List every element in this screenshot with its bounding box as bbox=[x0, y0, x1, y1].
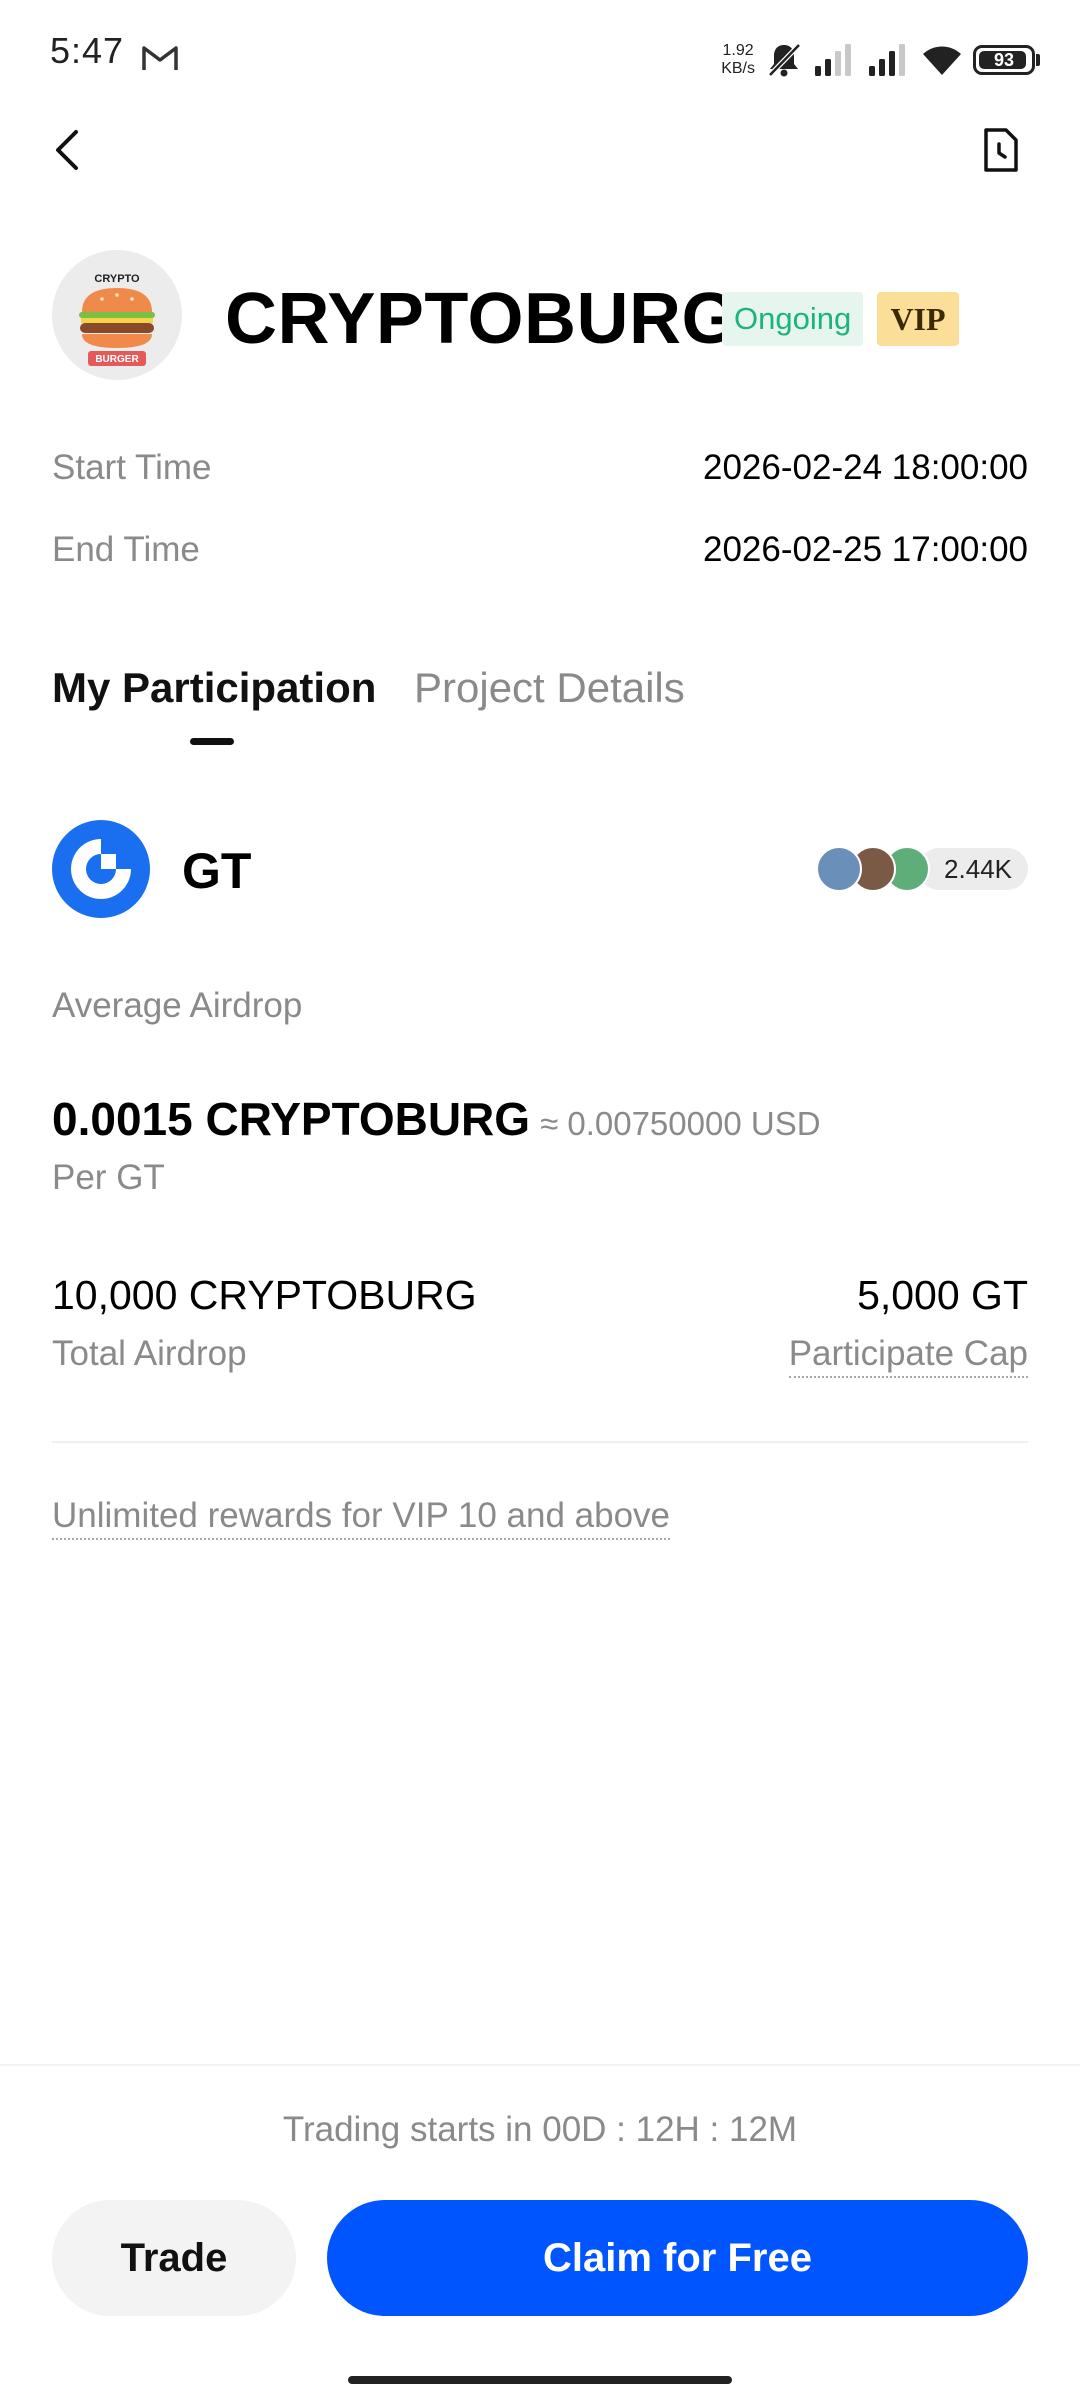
claim-button[interactable]: Claim for Free bbox=[327, 2200, 1028, 2316]
battery-tip bbox=[1036, 54, 1040, 66]
participate-cap-label[interactable]: Participate Cap bbox=[788, 1334, 1028, 1378]
participants-group[interactable]: 2.44K bbox=[816, 846, 1028, 892]
start-time-label: Start Time bbox=[52, 448, 212, 487]
participate-cap-value: 5,000 GT bbox=[857, 1272, 1028, 1318]
back-button[interactable] bbox=[40, 120, 100, 180]
start-time-value: 2026-02-24 18:00:00 bbox=[703, 448, 1028, 487]
footer-divider bbox=[0, 2064, 1080, 2066]
document-clock-icon bbox=[984, 128, 1018, 172]
history-button[interactable] bbox=[970, 120, 1030, 180]
end-time-value: 2026-02-25 17:00:00 bbox=[703, 530, 1028, 569]
vip-badge: VIP bbox=[877, 292, 959, 346]
battery-icon: 93 bbox=[973, 45, 1035, 75]
gmail-icon bbox=[142, 46, 178, 70]
average-airdrop-line: 0.0015 CRYPTOBURG ≈ 0.00750000 USD bbox=[52, 1092, 821, 1146]
total-airdrop-label: Total Airdrop bbox=[52, 1334, 247, 1373]
logo-text-top: CRYPTO bbox=[94, 273, 140, 285]
burger-logo-icon: CRYPTO BURGER bbox=[79, 273, 155, 366]
participants-count: 2.44K bbox=[918, 848, 1028, 890]
tab-my-participation[interactable]: My Participation bbox=[52, 664, 376, 712]
gt-token-icon bbox=[52, 820, 150, 918]
signal-icon bbox=[869, 44, 905, 76]
status-icons: 1.92 KB/s 93 bbox=[721, 30, 1040, 90]
logo-text-bottom: BURGER bbox=[95, 354, 139, 365]
token-symbol: GT bbox=[182, 843, 252, 899]
vip-rewards-note[interactable]: Unlimited rewards for VIP 10 and above bbox=[52, 1496, 671, 1540]
per-unit-label: Per GT bbox=[52, 1158, 165, 1197]
signal-icon bbox=[815, 44, 851, 76]
tab-indicator bbox=[190, 738, 234, 745]
home-indicator[interactable] bbox=[348, 2376, 732, 2384]
bell-muted-icon bbox=[768, 43, 801, 77]
status-badge: Ongoing bbox=[722, 292, 864, 346]
average-airdrop-amount: 0.0015 CRYPTOBURG bbox=[52, 1093, 531, 1145]
trade-button[interactable]: Trade bbox=[52, 2200, 296, 2316]
divider bbox=[52, 1441, 1028, 1443]
battery-indicator: 93 bbox=[973, 45, 1040, 75]
average-airdrop-usd: ≈ 0.00750000 USD bbox=[540, 1105, 821, 1142]
chevron-left-icon bbox=[56, 130, 78, 170]
avatar bbox=[816, 846, 863, 892]
tab-project-details[interactable]: Project Details bbox=[414, 664, 685, 712]
project-logo: CRYPTO BURGER bbox=[52, 250, 182, 380]
network-speed: 1.92 KB/s bbox=[721, 42, 755, 78]
total-airdrop-value: 10,000 CRYPTOBURG bbox=[52, 1272, 477, 1318]
trading-countdown: Trading starts in 00D : 12H : 12M bbox=[282, 2110, 798, 2149]
battery-level: 93 bbox=[993, 49, 1015, 70]
status-time: 5:47 bbox=[50, 30, 125, 71]
network-speed-unit: KB/s bbox=[721, 60, 755, 77]
end-time-label: End Time bbox=[52, 530, 200, 569]
project-name: CRYPTOBURG bbox=[225, 279, 739, 359]
network-speed-value: 1.92 bbox=[722, 42, 754, 59]
wifi-icon bbox=[923, 46, 961, 75]
average-airdrop-label: Average Airdrop bbox=[52, 986, 303, 1025]
